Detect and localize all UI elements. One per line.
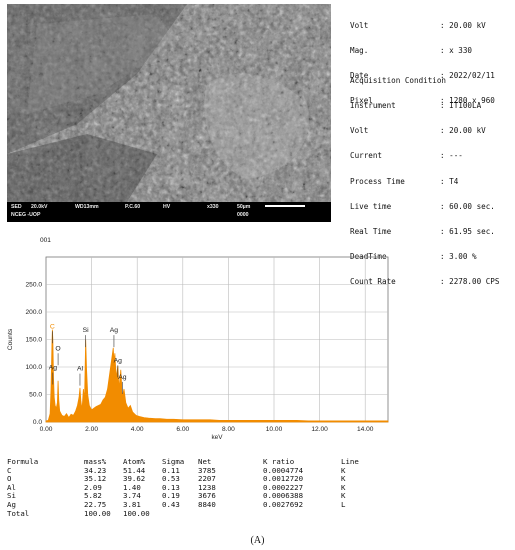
x-tick-label: 10.00 — [266, 426, 283, 433]
eds-spectrum-chart: 0.00 2.00 4.00 6.00 8.00 10.00 12.00 14.00 0.0 50… — [7, 256, 389, 441]
table-header: Formula mass% Atom% Sigma Net K ratio Line — [7, 457, 381, 467]
x-tick-label: 8.00 — [222, 426, 235, 433]
y-tick-label: 200.0 — [25, 309, 42, 316]
y-tick-label: 50.0 — [29, 392, 42, 399]
x-tick-label: 14.00 — [357, 426, 374, 433]
acq-volt: Volt: 20.00 kV — [350, 126, 486, 136]
table-row: Total 100.00 100.00 — [7, 508, 381, 519]
acq-real-time: Real Time: 61.95 sec. — [350, 227, 495, 237]
acq-process-time: Process Time: T4 — [350, 176, 459, 186]
table-row: Si 5.82 3.74 0.19 3676 0.0006388 K — [7, 492, 381, 501]
x-tick-label: 6.00 — [176, 426, 189, 433]
sem-frame: 0000 — [237, 212, 249, 218]
table-row: C 34.23 51.44 0.11 3785 0.0004774 K — [7, 465, 381, 476]
table-cell: Formula — [7, 457, 39, 466]
table-cell: 0.43 — [162, 499, 180, 509]
peak-label-ag: Ag — [118, 374, 127, 381]
sem-mag: x330 — [207, 204, 219, 210]
sem-wd: WD13mm — [75, 204, 99, 210]
table-cell: C — [7, 465, 12, 475]
table-cell — [263, 510, 341, 519]
sem-voltage: 20.0kV — [31, 204, 48, 210]
table-cell: Line — [341, 457, 359, 466]
acq-instrument: Instrument: IT100LA — [350, 101, 482, 111]
sem-mode: SED — [11, 204, 22, 210]
spectrum-series — [45, 329, 389, 423]
sem-scale-bar — [265, 205, 305, 207]
acq-title: Acquisition Condition — [350, 75, 447, 85]
sem-info-bar: SED 20.0kV WD13mm P.C.60 HV x330 50µm NC… — [7, 202, 331, 222]
table-cell — [341, 510, 381, 519]
sem-hv: HV — [163, 204, 171, 210]
table-cell: Al — [7, 482, 16, 492]
y-tick-label: 100.0 — [25, 364, 42, 371]
peak-label-ag: Ag — [114, 357, 123, 364]
peak-label-al: Al — [77, 366, 84, 373]
peak-label-o: O — [55, 345, 60, 352]
table-cell: Total — [7, 508, 30, 518]
y-tick-label: 150.0 — [25, 337, 42, 344]
table-cell: 0.0027692 — [263, 499, 304, 509]
table-cell: K — [341, 465, 346, 475]
peak-label-si: Si — [83, 327, 90, 334]
peak-label-ag: Ag — [110, 327, 119, 334]
x-tick-label: 0.00 — [40, 426, 53, 433]
acq-live-time: Live time: 60.00 sec. — [350, 201, 495, 211]
table-cell: O — [7, 474, 12, 484]
y-tick-label: 0.0 — [33, 419, 42, 426]
sem-pc: P.C.60 — [125, 204, 141, 210]
y-tick-label: 250.0 — [25, 282, 42, 289]
sem-scale-label: 50µm — [237, 204, 251, 210]
peak-label-c: C — [50, 323, 55, 330]
figure-caption: (A) — [250, 535, 265, 546]
table-cell — [198, 510, 263, 519]
table-cell: K — [341, 482, 346, 492]
table-cell: K — [341, 474, 346, 484]
table-cell: K — [341, 491, 346, 501]
table-cell: 100.00 — [84, 508, 111, 518]
peak-label-ag: Ag — [49, 365, 58, 372]
table-cell — [162, 510, 198, 519]
quantification-table: Formula mass% Atom% Sigma Net K ratio Line C 34.… — [7, 457, 381, 519]
table-cell: L — [341, 499, 346, 509]
x-tick-label: 12.00 — [311, 426, 328, 433]
table-cell: 100.00 — [123, 508, 150, 518]
table-row: Ag 22.75 3.81 0.43 8840 0.0027692 L — [7, 499, 381, 510]
info-mag: Mag.: x 330 — [350, 46, 473, 56]
acq-current: Current: --- — [350, 151, 463, 161]
info-volt: Volt: 20.00 kV — [350, 20, 486, 30]
table-row: Al 2.09 1.40 0.13 1238 0.0002227 K — [7, 482, 381, 493]
x-tick-label: 4.00 — [131, 426, 144, 433]
table-cell: Si — [7, 491, 16, 501]
sem-micrograph: SED 20.0kV WD13mm P.C.60 HV x330 50µm NC… — [7, 4, 331, 222]
x-tick-label: 2.00 — [85, 426, 98, 433]
y-axis-label: Counts — [7, 328, 14, 350]
sem-image — [7, 4, 331, 202]
sem-lab: NCEG -UOP — [11, 212, 41, 218]
table-cell: 8840 — [198, 499, 216, 509]
x-axis-label: keV — [211, 434, 223, 441]
table-row: O 35.12 39.62 0.53 2207 0.0012720 K — [7, 475, 381, 484]
